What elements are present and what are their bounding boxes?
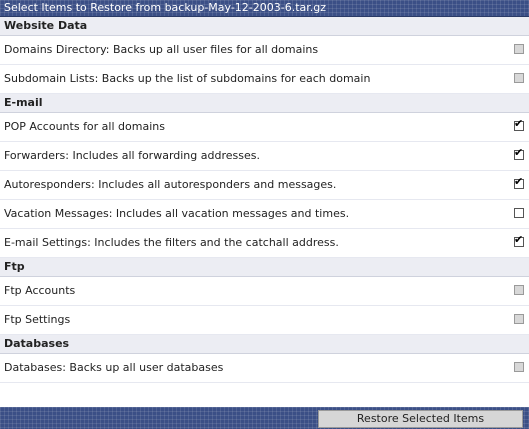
checkmark-icon: ✔ <box>514 175 524 188</box>
restore-item-row: Ftp Settings <box>0 306 529 335</box>
restore-selected-items-button[interactable]: Restore Selected Items <box>318 410 523 428</box>
section-header: Website Data <box>0 17 529 36</box>
panel-footer: Restore Selected Items <box>0 407 529 429</box>
restore-sections: Website Data Domains Directory: Backs up … <box>0 17 529 383</box>
checkmark-icon: ✔ <box>514 117 524 130</box>
restore-item-label: Domains Directory: Backs up all user fil… <box>4 43 319 56</box>
restore-item-checkbox[interactable]: ✔ <box>514 233 524 247</box>
restore-item-checkbox[interactable]: ✔ <box>514 146 524 160</box>
checkmark-icon: ✔ <box>514 146 524 159</box>
restore-item-row: Databases: Backs up all user databases <box>0 354 529 383</box>
section-header: Ftp <box>0 258 529 277</box>
restore-item-row: Vacation Messages: Includes all vacation… <box>0 200 529 229</box>
restore-item-row: POP Accounts for all domains ✔ <box>0 113 529 142</box>
restore-item-checkbox[interactable]: ✔ <box>514 175 524 189</box>
restore-item-label: POP Accounts for all domains <box>4 120 165 133</box>
restore-item-checkbox <box>514 44 524 54</box>
restore-item-label: Vacation Messages: Includes all vacation… <box>4 207 350 220</box>
restore-item-label: Subdomain Lists: Backs up the list of su… <box>4 72 371 85</box>
section-header: Databases <box>0 335 529 354</box>
restore-item-row: Subdomain Lists: Backs up the list of su… <box>0 65 529 94</box>
restore-item-label: Forwarders: Includes all forwarding addr… <box>4 149 260 162</box>
restore-item-label: Ftp Accounts <box>4 284 76 297</box>
restore-item-row: E-mail Settings: Includes the filters an… <box>0 229 529 258</box>
restore-item-row: Autoresponders: Includes all autorespond… <box>0 171 529 200</box>
restore-item-row: Domains Directory: Backs up all user fil… <box>0 36 529 65</box>
restore-item-label: Ftp Settings <box>4 313 71 326</box>
restore-panel: Select Items to Restore from backup-May-… <box>0 0 529 429</box>
restore-item-label: Databases: Backs up all user databases <box>4 361 224 374</box>
restore-item-row: Forwarders: Includes all forwarding addr… <box>0 142 529 171</box>
restore-item-checkbox[interactable]: ✔ <box>514 117 524 131</box>
restore-item-checkbox[interactable] <box>514 208 524 218</box>
restore-item-label: Autoresponders: Includes all autorespond… <box>4 178 337 191</box>
restore-item-checkbox <box>514 285 524 295</box>
section-header: E-mail <box>0 94 529 113</box>
restore-item-checkbox <box>514 73 524 83</box>
restore-item-checkbox <box>514 362 524 372</box>
restore-item-row: Ftp Accounts <box>0 277 529 306</box>
panel-title: Select Items to Restore from backup-May-… <box>0 0 529 17</box>
checkmark-icon: ✔ <box>514 233 524 246</box>
restore-item-checkbox <box>514 314 524 324</box>
restore-item-label: E-mail Settings: Includes the filters an… <box>4 236 339 249</box>
